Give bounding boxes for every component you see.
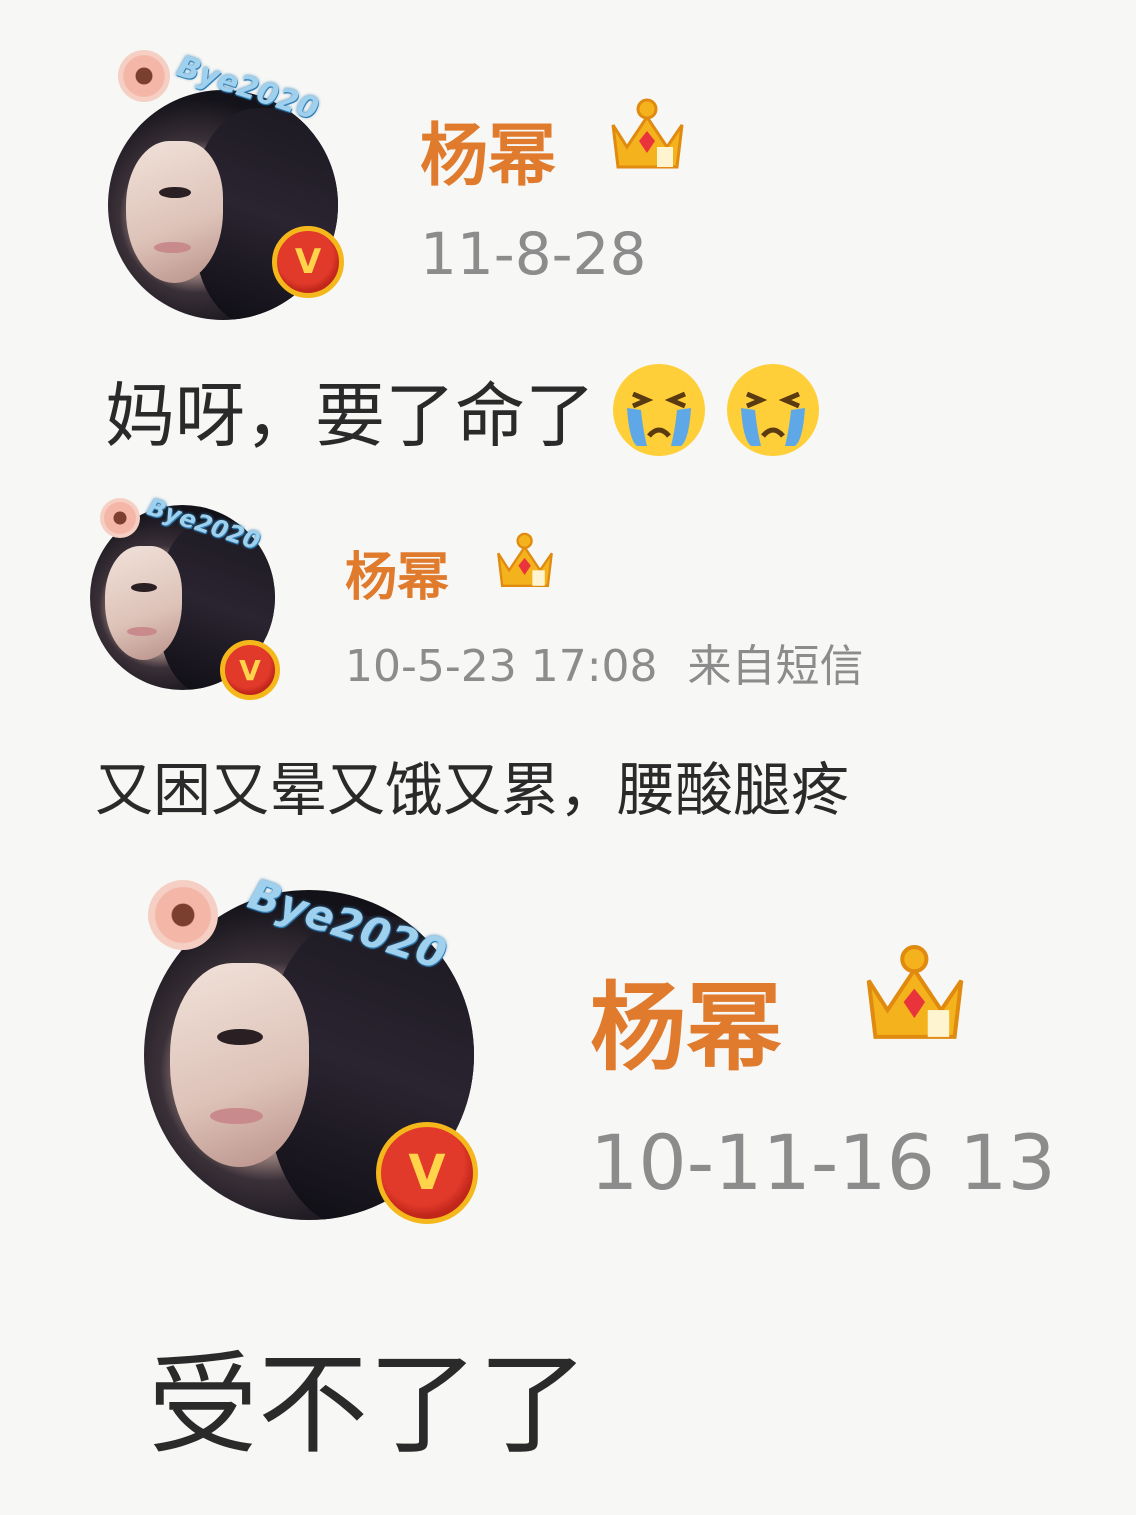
post-meta: 10-5-23 17:08 来自短信 <box>345 630 864 694</box>
crying-face-emoji-icon <box>727 364 819 456</box>
post-timestamp: 10-5-23 17:08 <box>345 641 658 692</box>
flower-decoration-icon <box>148 880 218 950</box>
crown-icon <box>497 532 553 587</box>
post-timestamp: 11-8-28 <box>420 220 647 288</box>
post-timestamp: 10-11-16 13 <box>590 1118 1056 1207</box>
post-content: 又困又晕又饿又累，腰酸腿疼 <box>95 745 849 825</box>
post-text: 妈呀，要了命了 <box>105 374 595 457</box>
post-content: 妈呀，要了命了 <box>105 360 823 460</box>
post-3: Bye2020 V 杨幂 10-11-16 13 受不了了 <box>0 840 1136 1515</box>
avatar-container[interactable]: Bye2020 V <box>140 840 480 1224</box>
post-source: 来自短信 <box>687 641 864 692</box>
flower-decoration-icon <box>118 50 170 102</box>
crying-face-emoji-icon <box>613 364 705 456</box>
verified-badge-icon: V <box>272 226 344 298</box>
username[interactable]: 杨幂 <box>345 535 449 610</box>
verified-badge-icon: V <box>220 640 280 700</box>
verified-badge-icon: V <box>376 1122 478 1224</box>
crown-icon <box>611 98 684 169</box>
avatar-container[interactable]: Bye2020 V <box>88 480 288 700</box>
post-text: 受不了了 <box>148 1341 588 1469</box>
post-content: 受不了了 <box>148 1330 588 1469</box>
avatar-container[interactable]: Bye2020 V <box>100 30 350 320</box>
post-2: Bye2020 V 杨幂 10-5-23 17:08 来自短信 又困又晕又饿又累，… <box>0 470 1136 840</box>
crown-icon <box>866 945 964 1039</box>
username[interactable]: 杨幂 <box>590 950 782 1089</box>
post-text: 又困又晕又饿又累，腰酸腿疼 <box>95 756 850 824</box>
flower-decoration-icon <box>100 498 140 538</box>
username[interactable]: 杨幂 <box>420 100 556 199</box>
post-1: Bye2020 V 杨幂 11-8-28 妈呀，要了命了 <box>0 0 1136 470</box>
